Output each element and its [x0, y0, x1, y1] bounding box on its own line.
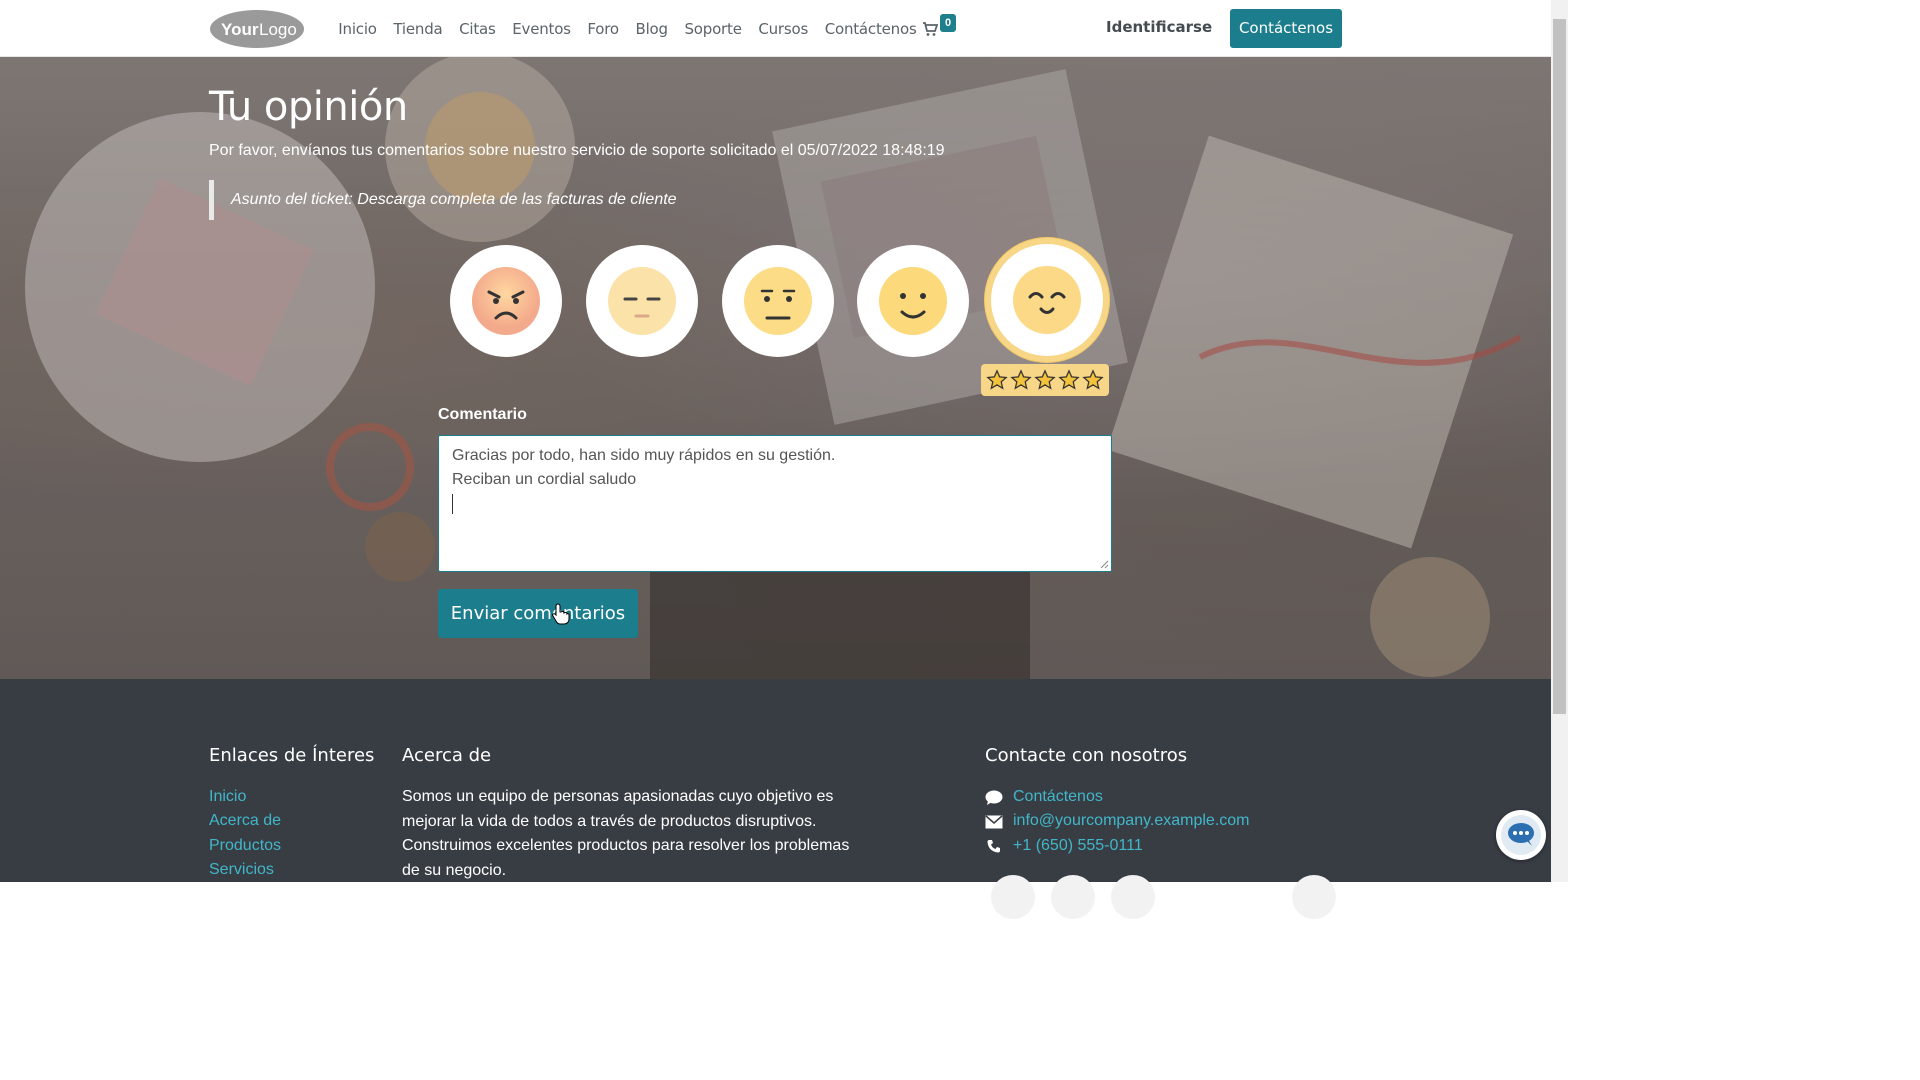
comment-textarea[interactable]: Gracias por todo, han sido muy rápidos e…	[438, 435, 1112, 572]
cart-button[interactable]: 0	[922, 14, 962, 44]
pointer-hand-icon	[552, 603, 570, 625]
page-title: Tu opinión	[209, 84, 408, 130]
submit-feedback-button[interactable]: Enviar comentarios	[438, 589, 638, 638]
top-navbar: Your Logo Inicio Tienda Citas Eventos Fo…	[0, 0, 1551, 57]
rating-2-button[interactable]	[586, 245, 698, 357]
ticket-subject: Asunto del ticket: Descarga completa de …	[209, 180, 677, 220]
site-footer: Enlaces de Ínteres Inicio Acerca de Prod…	[0, 679, 1551, 919]
social-link[interactable]	[1292, 875, 1336, 919]
nav-soporte[interactable]: Soporte	[676, 20, 750, 38]
angry-face-icon	[472, 267, 540, 335]
nav-tienda[interactable]: Tienda	[385, 20, 451, 38]
main-nav: Inicio Tienda Citas Eventos Foro Blog So…	[330, 0, 925, 57]
footer-email-link[interactable]: info@yourcompany.example.com	[1013, 812, 1250, 830]
comment-icon	[985, 790, 1003, 805]
footer-link-servicios[interactable]: Servicios	[209, 861, 274, 879]
social-link[interactable]	[991, 875, 1035, 919]
star-icon	[1034, 369, 1056, 390]
comment-line-2: Reciban un cordial saludo	[452, 471, 637, 488]
feedback-subtitle: Por favor, envíanos tus comentarios sobr…	[209, 142, 945, 159]
star-icon	[986, 369, 1008, 390]
footer-contact-link[interactable]: Contáctenos	[1013, 788, 1103, 806]
nav-contactenos[interactable]: Contáctenos	[816, 20, 924, 38]
rating-3-button[interactable]	[722, 245, 834, 357]
footer-contact-title: Contacte con nosotros	[985, 745, 1188, 766]
resize-grip-icon[interactable]	[1099, 559, 1109, 569]
phone-icon	[987, 840, 1000, 853]
chat-bubble-icon	[1501, 815, 1541, 855]
smiling-face-icon	[879, 267, 947, 335]
scrollbar-thumb[interactable]	[1553, 19, 1566, 714]
rating-1-button[interactable]	[450, 245, 562, 357]
company-logo[interactable]: Your Logo	[209, 9, 306, 49]
star-rating	[981, 364, 1109, 396]
svg-text:Your: Your	[221, 20, 259, 39]
star-icon	[1010, 369, 1032, 390]
feedback-hero: Tu opinión Por favor, envíanos tus comen…	[0, 57, 1551, 679]
page-scrollbar[interactable]	[1551, 0, 1568, 882]
nav-foro[interactable]: Foro	[579, 20, 627, 38]
nav-citas[interactable]: Citas	[451, 20, 504, 38]
nav-eventos[interactable]: Eventos	[504, 20, 579, 38]
contact-button[interactable]: Contáctenos	[1230, 9, 1342, 48]
cart-count-badge: 0	[940, 14, 956, 32]
star-icon	[1058, 369, 1080, 390]
footer-about-text: Somos un equipo de personas apasionadas …	[402, 788, 850, 879]
social-link[interactable]	[1051, 875, 1095, 919]
footer-link-productos[interactable]: Productos	[209, 837, 281, 855]
unamused-face-icon	[608, 267, 676, 335]
rating-5-button[interactable]	[985, 238, 1109, 362]
nav-inicio[interactable]: Inicio	[330, 20, 385, 38]
text-cursor	[452, 493, 453, 514]
nav-blog[interactable]: Blog	[627, 20, 676, 38]
svg-text:Logo: Logo	[259, 20, 297, 39]
social-link[interactable]	[1111, 875, 1155, 919]
shopping-cart-icon	[923, 22, 938, 36]
footer-link-inicio[interactable]: Inicio	[209, 788, 246, 806]
login-link[interactable]: Identificarse	[1106, 18, 1212, 36]
footer-links-title: Enlaces de Ínteres	[209, 745, 375, 766]
footer-phone-link[interactable]: +1 (650) 555-0111	[1013, 837, 1143, 855]
live-chat-button[interactable]	[1496, 810, 1546, 860]
rating-4-button[interactable]	[857, 245, 969, 357]
neutral-face-icon	[744, 267, 812, 335]
envelope-icon	[985, 815, 1003, 829]
footer-about-title: Acerca de	[402, 745, 492, 766]
comment-label: Comentario	[438, 406, 527, 423]
nav-cursos[interactable]: Cursos	[750, 20, 816, 38]
footer-link-acerca[interactable]: Acerca de	[209, 812, 281, 830]
comment-line-1: Gracias por todo, han sido muy rápidos e…	[452, 447, 836, 464]
happy-face-icon	[1013, 266, 1081, 334]
rating-5-inner	[991, 244, 1103, 356]
star-icon	[1082, 369, 1104, 390]
